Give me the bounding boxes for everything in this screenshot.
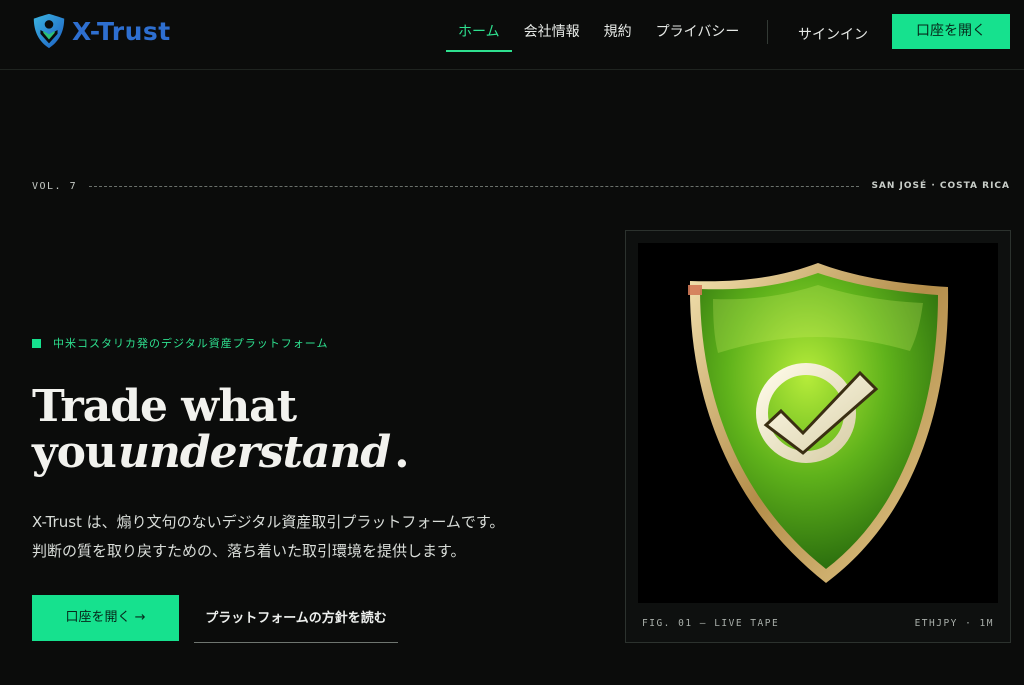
- brand-name: X-Trust: [72, 16, 171, 46]
- brand-logo[interactable]: X-Trust: [30, 12, 171, 50]
- volume-label: VOL. 7: [32, 180, 78, 192]
- hero-description: X-Trust は、煽り文句のないデジタル資産取引プラットフォームです。 判断の…: [32, 508, 504, 566]
- headline-prefix: you: [32, 427, 117, 478]
- nav-item-terms[interactable]: 規約: [592, 14, 644, 50]
- nav-item-company[interactable]: 会社情報: [512, 14, 592, 50]
- issue-meta-strip: VOL. 7 SAN JOSÉ · COSTA RICA: [32, 178, 1010, 194]
- open-account-button[interactable]: 口座を開く: [892, 14, 1010, 49]
- description-line-1: X-Trust は、煽り文句のないデジタル資産取引プラットフォームです。: [32, 513, 505, 531]
- read-platform-policy-link[interactable]: プラットフォームの方針を読む: [194, 596, 398, 643]
- figure-image: [638, 243, 998, 603]
- headline-suffix: .: [394, 427, 409, 478]
- headline-line-2: youunderstand.: [32, 427, 410, 478]
- location-label: SAN JOSÉ · COSTA RICA: [871, 181, 1010, 191]
- tagline-text: 中米コスタリカ発のデジタル資産プラットフォーム: [53, 337, 329, 350]
- tagline-square-icon: [32, 338, 41, 348]
- description-line-2: 判断の質を取り戻すための、落ち着いた取引環境を提供します。: [32, 542, 466, 560]
- main-nav: ホーム 会社情報 規約 プライバシー: [446, 14, 752, 52]
- nav-divider: [767, 20, 768, 44]
- figure-card: FIG. 01 — LIVE TAPE ETHJPY · 1M: [625, 230, 1011, 643]
- site-header: X-Trust ホーム 会社情報 規約 プライバシー サインイン 口座を開く: [0, 0, 1024, 70]
- nav-item-home[interactable]: ホーム: [446, 14, 512, 52]
- figure-ticker: ETHJPY · 1M: [914, 618, 994, 629]
- hero-tagline: 中米コスタリカ発のデジタル資産プラットフォーム: [32, 335, 328, 351]
- shield-person-icon: [33, 13, 65, 49]
- nav-item-privacy[interactable]: プライバシー: [644, 14, 752, 50]
- hero-open-account-button[interactable]: 口座を開く →: [32, 595, 179, 641]
- signin-link[interactable]: サインイン: [798, 24, 868, 44]
- dashed-rule: [89, 185, 860, 187]
- hero-headline: Trade what youunderstand.: [32, 381, 410, 478]
- figure-caption: FIG. 01 — LIVE TAPE: [642, 618, 780, 629]
- headline-line-1: Trade what: [32, 381, 297, 432]
- headline-emphasis: understand: [115, 430, 395, 476]
- green-shield-checkmark-icon: [688, 263, 949, 583]
